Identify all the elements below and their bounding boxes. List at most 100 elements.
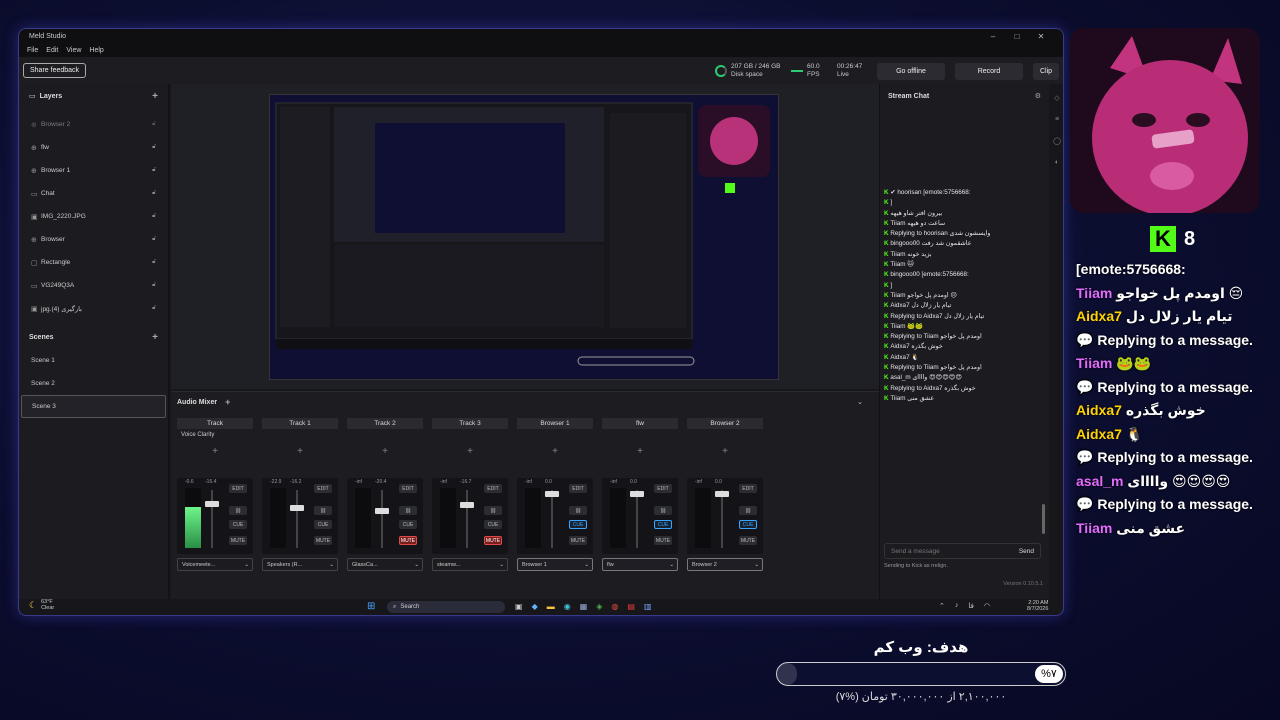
edit-button[interactable]: EDIT	[739, 484, 757, 493]
device-select[interactable]: steamw... ⌄	[432, 558, 508, 571]
share-feedback-button[interactable]: Share feedback	[23, 63, 87, 78]
volume-fader-knob[interactable]	[460, 502, 474, 508]
clock[interactable]: 2:20 AM 8/7/2026	[1027, 600, 1048, 612]
volume-fader-knob[interactable]	[630, 491, 644, 497]
meld-icon[interactable]: ▥	[644, 602, 652, 611]
volume-fader-track[interactable]	[381, 490, 383, 548]
track-effect[interactable]	[687, 429, 763, 440]
minimize-icon[interactable]: –	[981, 32, 1005, 41]
chat-settings-icon[interactable]: ⚙	[1035, 92, 1041, 100]
add-effect-icon[interactable]: +	[687, 440, 763, 462]
link-icon[interactable]: ⛓	[314, 506, 332, 515]
mic-icon[interactable]: ♪	[955, 602, 959, 610]
edit-button[interactable]: EDIT	[484, 484, 502, 493]
edit-button[interactable]: EDIT	[314, 484, 332, 493]
collapse-mixer-icon[interactable]: ⌄	[857, 398, 863, 406]
mute-button[interactable]: MUTE	[569, 536, 587, 545]
scene-item[interactable]: Scene 2	[21, 372, 166, 395]
add-track-icon[interactable]: +	[225, 397, 230, 407]
add-effect-icon[interactable]: +	[177, 440, 253, 462]
track-name[interactable]: Browser 2	[687, 418, 763, 429]
task-view-icon[interactable]: ▣	[515, 602, 523, 611]
explorer-icon[interactable]: ▬	[547, 602, 555, 611]
lock-icon[interactable]: 🔓︎	[152, 121, 156, 128]
volume-fader-knob[interactable]	[715, 491, 729, 497]
track-effect[interactable]	[517, 429, 593, 440]
device-select[interactable]: Speakers (R... ⌄	[262, 558, 338, 571]
track-effect[interactable]	[432, 429, 508, 440]
store-icon[interactable]: ▦	[580, 602, 588, 611]
link-icon[interactable]: ⛓	[399, 506, 417, 515]
link-icon[interactable]: ⛓	[229, 506, 247, 515]
layer-item[interactable]: ⊕ Browser 🔓︎	[19, 228, 168, 251]
weather-widget[interactable]: ☾ 63°F Clear	[29, 599, 54, 611]
close-icon[interactable]: ✕	[1029, 32, 1053, 41]
track-name[interactable]: Track 1	[262, 418, 338, 429]
menu-edit[interactable]: Edit	[46, 47, 58, 54]
menu-help[interactable]: Help	[89, 47, 103, 54]
device-select[interactable]: GlassCa... ⌄	[347, 558, 423, 571]
track-effect[interactable]: Voice Clarity	[177, 429, 253, 440]
lock-icon[interactable]: 🔓︎	[152, 305, 156, 312]
track-effect[interactable]	[347, 429, 423, 440]
volume-fader-knob[interactable]	[205, 501, 219, 507]
app-red-icon[interactable]: ▤	[627, 602, 635, 611]
add-effect-icon[interactable]: +	[347, 440, 423, 462]
mute-button[interactable]: MUTE	[399, 536, 417, 545]
device-select[interactable]: Browser 1 ⌄	[517, 558, 593, 571]
taskbar-search[interactable]: ⌕ Search	[387, 601, 505, 613]
layer-item[interactable]: ⊕ Browser 1 🔓︎	[19, 159, 168, 182]
mute-button[interactable]: MUTE	[484, 536, 502, 545]
diamond-icon[interactable]: ◇	[1054, 94, 1059, 102]
lock-icon[interactable]: 🔓︎	[152, 167, 156, 174]
mute-button[interactable]: MUTE	[229, 536, 247, 545]
go-offline-button[interactable]: Go offline	[877, 63, 945, 80]
cue-button[interactable]: CUE	[484, 520, 502, 529]
menu-view[interactable]: View	[66, 47, 81, 54]
tray-chevron-icon[interactable]: ⌃	[939, 602, 945, 610]
edge-icon[interactable]: ◉	[564, 602, 571, 611]
kick-icon[interactable]: ◐	[1055, 159, 1059, 166]
volume-fader-track[interactable]	[551, 490, 553, 548]
lock-icon[interactable]: 🔓︎	[152, 144, 156, 151]
clip-button[interactable]: Clip	[1033, 63, 1059, 80]
mute-button[interactable]: MUTE	[739, 536, 757, 545]
scene-item[interactable]: Scene 1	[21, 349, 166, 372]
volume-fader-track[interactable]	[296, 490, 298, 548]
cue-button[interactable]: CUE	[314, 520, 332, 529]
edit-button[interactable]: EDIT	[654, 484, 672, 493]
layer-item[interactable]: ▢ Rectangle 🔓︎	[19, 251, 168, 274]
cue-button[interactable]: CUE	[569, 520, 587, 529]
layer-item[interactable]: ▣ jpg.(4) بارگیری 🔓︎	[19, 297, 168, 320]
track-name[interactable]: flw	[602, 418, 678, 429]
volume-fader-track[interactable]	[466, 490, 468, 548]
link-icon[interactable]: ⛓	[569, 506, 587, 515]
lock-icon[interactable]: 🔓︎	[152, 259, 156, 266]
edit-button[interactable]: EDIT	[399, 484, 417, 493]
volume-fader-knob[interactable]	[545, 491, 559, 497]
cue-button[interactable]: CUE	[399, 520, 417, 529]
device-select[interactable]: Voicemeete... ⌄	[177, 558, 253, 571]
language-indicator[interactable]: فا	[968, 602, 973, 610]
link-icon[interactable]: ⛓	[484, 506, 502, 515]
mute-button[interactable]: MUTE	[314, 536, 332, 545]
track-effect[interactable]	[602, 429, 678, 440]
device-select[interactable]: flw ⌄	[602, 558, 678, 571]
maximize-icon[interactable]: □	[1005, 32, 1029, 41]
edit-button[interactable]: EDIT	[229, 484, 247, 493]
lock-icon[interactable]: 🔓︎	[152, 213, 156, 220]
cue-button[interactable]: CUE	[654, 520, 672, 529]
add-layer-icon[interactable]: +	[152, 91, 158, 102]
track-name[interactable]: Track 2	[347, 418, 423, 429]
layer-item[interactable]: ⊕ flw 🔓︎	[19, 136, 168, 159]
start-icon[interactable]: ⊞	[367, 601, 375, 612]
chat-input[interactable]: Send a message Send	[884, 543, 1041, 559]
cue-button[interactable]: CUE	[739, 520, 757, 529]
lock-icon[interactable]: 🔓︎	[152, 236, 156, 243]
record-button[interactable]: Record	[955, 63, 1023, 80]
chat-scrollbar[interactable]	[1042, 504, 1045, 534]
layer-item[interactable]: ⊕ Browser 2 🔓︎	[19, 113, 168, 136]
stream-preview[interactable]	[269, 94, 779, 380]
chat-send-button[interactable]: Send	[1019, 548, 1034, 555]
add-effect-icon[interactable]: +	[262, 440, 338, 462]
